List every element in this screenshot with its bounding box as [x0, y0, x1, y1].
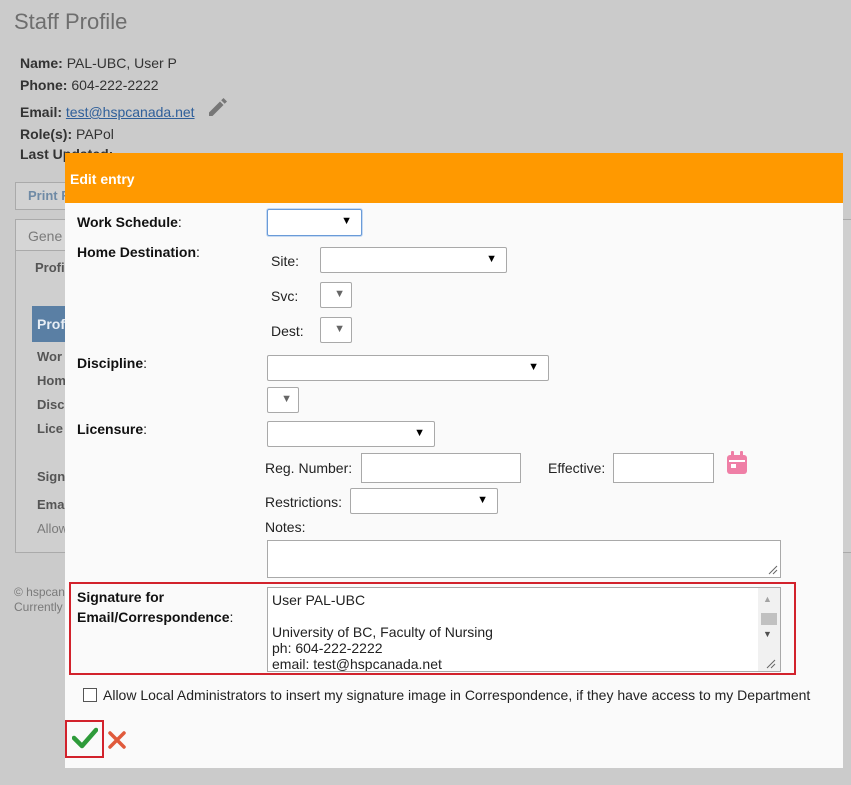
footer-status: Currently [14, 600, 63, 614]
bg-row-licensure: Lice [37, 421, 64, 436]
name-value: PAL-UBC, User P [66, 55, 177, 71]
discipline-sub-select[interactable]: ▼ [267, 387, 299, 413]
phone-value: 604-222-2222 [71, 77, 159, 93]
chevron-down-icon: ▼ [334, 323, 345, 335]
resize-grip-icon[interactable] [768, 565, 778, 575]
dest-label: Dest: [271, 323, 304, 339]
chevron-down-icon: ▼ [486, 253, 497, 265]
profile-label: Profi [35, 260, 65, 275]
bg-row-home: Hom [37, 373, 66, 388]
reg-number-input[interactable] [361, 453, 521, 483]
phone-row: Phone: 604-222-2222 [20, 77, 159, 93]
chevron-down-icon: ▼ [528, 361, 539, 373]
licensure-select[interactable]: ▼ [267, 421, 435, 447]
signature-text: User PAL-UBC University of BC, Faculty o… [272, 592, 493, 672]
bg-row-work: Wor [37, 349, 63, 364]
page-title: Staff Profile [14, 9, 128, 34]
tab-general[interactable]: Gene [15, 219, 72, 251]
roles-row: Role(s): PAPol [20, 126, 114, 142]
effective-label: Effective: [548, 460, 606, 476]
site-select[interactable]: ▼ [320, 247, 507, 273]
restrictions-select[interactable]: ▼ [350, 488, 498, 514]
home-destination-label: Home Destination: [77, 244, 200, 260]
allow-signature-label: Allow Local Administrators to insert my … [103, 687, 811, 703]
dialog-title: Edit entry [70, 171, 135, 187]
dest-select[interactable]: ▼ [320, 317, 352, 343]
signature-label: Signature for Email/Correspondence: [77, 589, 234, 625]
chevron-down-icon: ▼ [414, 427, 425, 439]
discipline-label: Discipline: [77, 355, 148, 371]
email-label: Email: [20, 104, 63, 120]
tab-general-label: Gene [28, 228, 63, 244]
svc-label: Svc: [271, 288, 299, 304]
email-row: Email: test@hspcanada.net [20, 104, 195, 120]
pencil-icon[interactable] [206, 95, 230, 124]
site-label: Site: [271, 253, 300, 269]
footer-copyright: © hspcan [14, 585, 65, 599]
reg-number-label: Reg. Number: [265, 460, 353, 476]
name-row: Name: PAL-UBC, User P [20, 55, 177, 71]
chevron-down-icon: ▼ [281, 393, 292, 405]
work-schedule-select[interactable]: ▼ [267, 209, 362, 236]
bg-row-signature: Sign [37, 469, 66, 484]
discipline-select[interactable]: ▼ [267, 355, 549, 381]
chevron-down-icon: ▼ [334, 288, 345, 300]
scroll-up-icon[interactable]: ▲ [763, 594, 772, 604]
email-link[interactable]: test@hspcanada.net [66, 104, 195, 120]
print-button-label: Print F [28, 188, 70, 203]
effective-date-input[interactable] [613, 453, 714, 483]
notes-textarea[interactable] [267, 540, 781, 578]
svc-select[interactable]: ▼ [320, 282, 352, 308]
roles-label: Role(s): [20, 126, 73, 142]
scroll-down-icon[interactable]: ▼ [763, 629, 772, 639]
edit-entry-dialog: Edit entry Work Schedule: ▼ Home Destina… [65, 153, 843, 768]
notes-label: Notes: [265, 519, 306, 535]
resize-grip-icon[interactable] [766, 659, 776, 669]
checkmark-icon[interactable] [71, 727, 99, 754]
work-schedule-label: Work Schedule: [77, 214, 182, 230]
restrictions-label: Restrictions: [265, 494, 343, 510]
scroll-thumb[interactable] [761, 613, 777, 625]
chevron-down-icon: ▼ [477, 494, 488, 506]
name-label: Name: [20, 55, 63, 71]
phone-label: Phone: [20, 77, 68, 93]
licensure-label: Licensure: [77, 421, 148, 437]
bg-row-allow: Allow [37, 521, 69, 536]
chevron-down-icon: ▼ [341, 215, 352, 227]
roles-value: PAPol [76, 126, 114, 142]
bg-row-email: Ema [37, 497, 65, 512]
signature-textarea[interactable]: User PAL-UBC University of BC, Faculty o… [267, 587, 781, 672]
dialog-header: Edit entry [65, 153, 843, 203]
allow-signature-checkbox[interactable] [83, 688, 97, 702]
close-icon[interactable] [108, 731, 126, 754]
calendar-icon[interactable] [726, 451, 748, 480]
bg-row-discipline: Disc [37, 397, 65, 412]
